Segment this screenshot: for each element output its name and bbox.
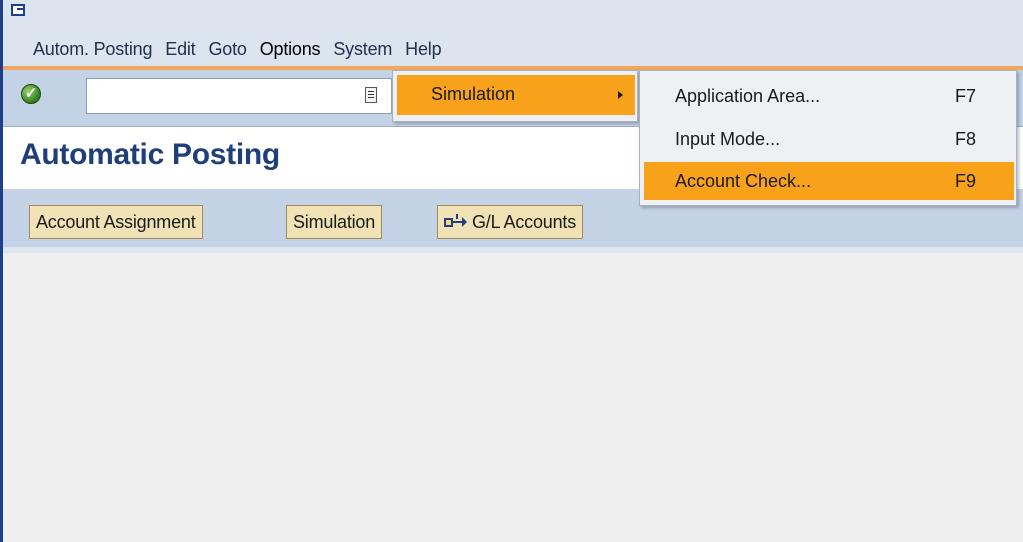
account-assignment-label: Account Assignment [36,212,196,232]
account-assignment-button[interactable]: Account Assignment [29,205,203,239]
simulation-button[interactable]: Simulation [286,205,383,239]
menu-autom-posting[interactable]: Autom. Posting [33,37,165,61]
menu-items: Autom. Posting Edit Goto Options System … [33,37,454,61]
submenu-input-mode[interactable]: Input Mode... F8 [644,120,1014,158]
menu-system[interactable]: System [333,37,405,61]
command-field[interactable] [86,78,392,114]
menu-edit[interactable]: Edit [165,37,208,61]
simulation-label: Simulation [293,212,376,232]
options-dropdown: Simulation [392,70,638,122]
menu-bar: Autom. Posting Edit Goto Options System … [3,0,1023,68]
window-menu-icon[interactable] [11,4,25,16]
gl-accounts-label: G/L Accounts [472,212,576,232]
green-checkmark-icon[interactable]: ✓ [21,84,41,104]
menu-help[interactable]: Help [405,37,454,61]
account-check-shortcut: F9 [955,171,977,191]
menu-goto[interactable]: Goto [208,37,259,61]
command-history-icon[interactable] [365,87,377,103]
application-toolbar-edge [3,247,1023,253]
input-mode-shortcut: F8 [955,129,977,149]
submenu-arrow-icon [618,91,623,99]
submenu-account-check[interactable]: Account Check... F9 [644,162,1014,200]
input-mode-label: Input Mode... [675,129,781,149]
options-simulation-item[interactable]: Simulation [397,75,635,115]
gl-accounts-icon [444,213,467,231]
submenu-application-area[interactable]: Application Area... F7 [644,77,1014,115]
application-area-label: Application Area... [675,86,821,106]
gl-accounts-button[interactable]: G/L Accounts [437,205,583,239]
page-title: Automatic Posting [20,138,280,171]
application-area-shortcut: F7 [955,86,977,106]
simulation-submenu: Application Area... F7 Input Mode... F8 … [639,70,1017,206]
options-simulation-label: Simulation [431,84,516,104]
menu-options[interactable]: Options [260,37,334,61]
account-check-label: Account Check... [675,171,812,191]
